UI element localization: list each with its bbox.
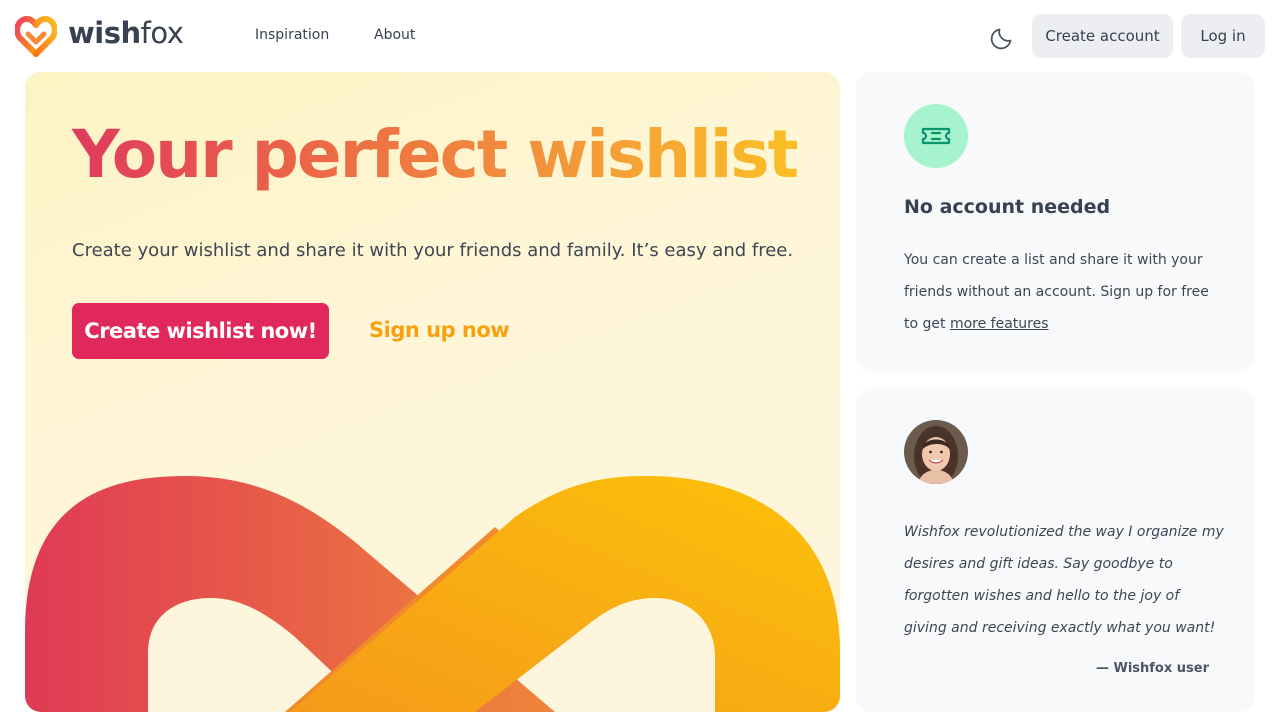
- logo-wordmark: wishfox: [68, 16, 184, 50]
- create-account-button[interactable]: Create account: [1032, 14, 1173, 58]
- create-wishlist-button[interactable]: Create wishlist now!: [72, 303, 329, 359]
- login-button[interactable]: Log in: [1181, 14, 1265, 58]
- more-features-link[interactable]: more features: [950, 316, 1049, 332]
- card-heading: No account needed: [904, 196, 1111, 218]
- moon-icon: [990, 28, 1012, 50]
- nav-about-link[interactable]: About: [374, 27, 415, 43]
- testimonial-quote: Wishfox revolutionized the way I organiz…: [904, 524, 1224, 636]
- testimonial-card: Wishfox revolutionized the way I organiz…: [856, 388, 1255, 712]
- hero-title: Your perfect wishlist: [72, 116, 799, 193]
- sign-up-link[interactable]: Sign up now: [369, 318, 510, 342]
- theme-toggle-button[interactable]: [990, 24, 1016, 50]
- ticket-icon-badge: [904, 104, 968, 168]
- nav-inspiration-link[interactable]: Inspiration: [255, 27, 329, 43]
- wishfox-logo-icon: [15, 15, 57, 57]
- site-header: wishfox Inspiration About Create account…: [0, 0, 1280, 72]
- user-avatar: [904, 420, 968, 484]
- hero-section: Your perfect wishlist Create your wishli…: [25, 72, 840, 712]
- ticket-icon: [921, 127, 951, 145]
- no-account-card: No account needed You can create a list …: [856, 72, 1255, 372]
- avatar-portrait-image: [904, 420, 968, 484]
- testimonial-author: — Wishfox user: [1095, 661, 1209, 676]
- card-description: You can create a list and share it with …: [904, 252, 1209, 332]
- hero-subtitle: Create your wishlist and share it with y…: [72, 240, 794, 261]
- logo-link[interactable]: wishfox: [15, 14, 184, 58]
